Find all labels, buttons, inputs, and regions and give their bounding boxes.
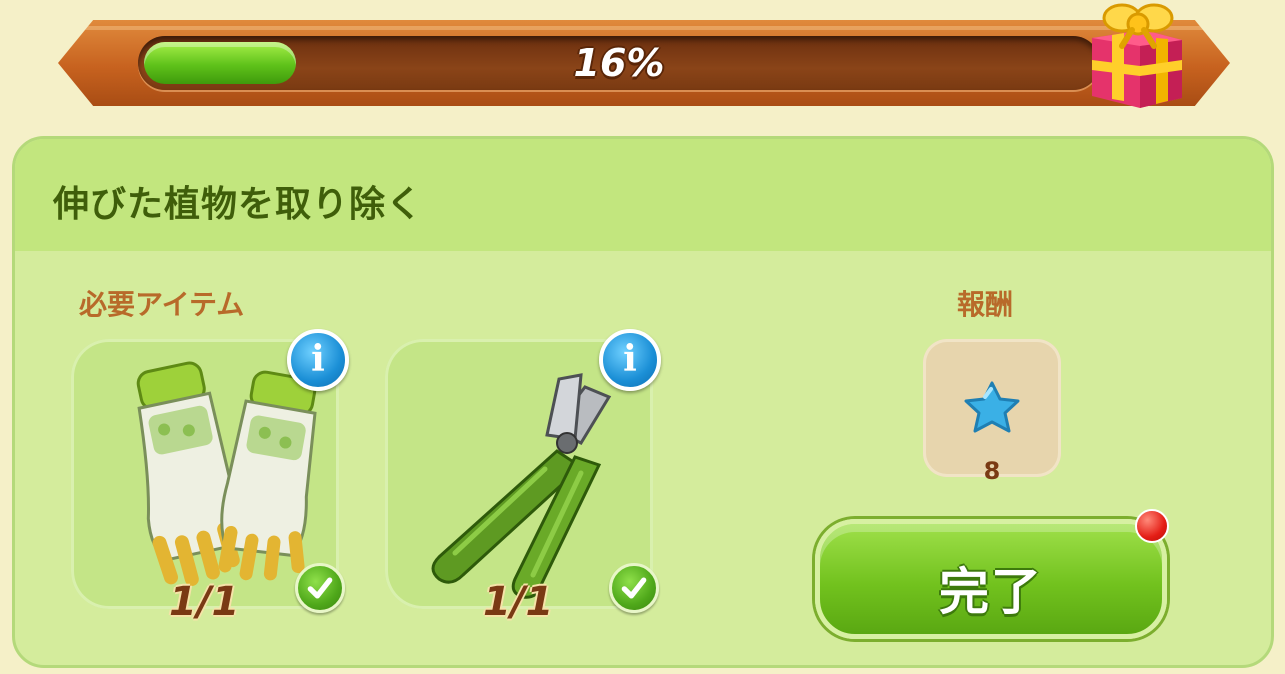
check-icon — [295, 563, 345, 613]
info-icon: i — [311, 338, 325, 380]
reward-label: 報酬 — [957, 288, 1014, 321]
item-count: 1/1 — [483, 579, 554, 625]
reward-amount: 8 — [983, 457, 1001, 485]
required-items-label: 必要アイテム — [79, 288, 245, 321]
gift-box-icon[interactable] — [1082, 0, 1192, 110]
complete-button-label: 完了 — [939, 563, 1043, 621]
notification-dot — [1135, 509, 1169, 543]
info-button-shears[interactable]: i — [599, 329, 661, 391]
info-icon: i — [623, 338, 637, 380]
task-title: 伸びた植物を取り除く — [53, 184, 424, 225]
task-header: 伸びた植物を取り除く — [15, 139, 1271, 251]
task-panel: 伸びた植物を取り除く 必要アイテム 報酬 i 1/1 i 1/1 8 完了 — [12, 136, 1274, 668]
info-button-gloves[interactable]: i — [287, 329, 349, 391]
progress-percentage: 16% — [573, 41, 665, 85]
check-icon — [609, 563, 659, 613]
item-count: 1/1 — [169, 579, 240, 625]
complete-button[interactable]: 完了 — [815, 519, 1167, 639]
